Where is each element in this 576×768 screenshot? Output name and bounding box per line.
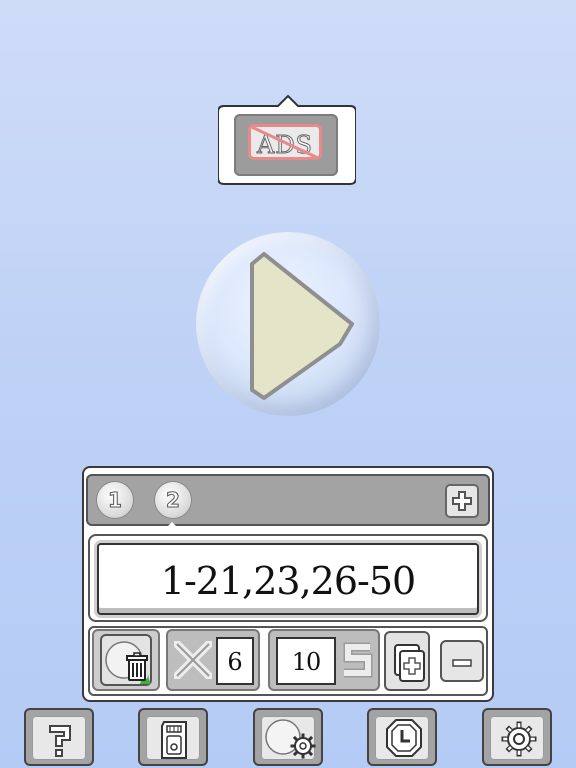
no-ads-icon: ADS <box>248 124 322 160</box>
s-icon <box>340 641 374 679</box>
timer-icon <box>386 719 422 757</box>
range-text: 1-21,23,26-50 <box>160 559 416 603</box>
ads-popup: ADS <box>218 94 356 185</box>
tab-2[interactable]: 2 <box>155 482 191 518</box>
question-icon <box>49 725 71 757</box>
remove-button[interactable] <box>440 640 484 682</box>
play-button[interactable] <box>196 232 380 416</box>
save-button[interactable] <box>138 708 208 766</box>
minus-icon <box>452 659 472 667</box>
ball-settings-icon <box>265 719 316 759</box>
add-tab-button[interactable] <box>445 484 479 518</box>
x-icon <box>171 638 215 682</box>
help-button[interactable] <box>24 708 94 766</box>
ball-trash-icon <box>105 641 150 684</box>
play-icon <box>250 252 354 400</box>
tab-bar <box>86 474 490 526</box>
plus-icon <box>452 491 472 511</box>
duplicate-plus-icon <box>394 644 425 682</box>
clear-balls-button[interactable] <box>100 634 152 686</box>
timer-button[interactable] <box>367 708 437 766</box>
sd-card-icon <box>161 721 187 759</box>
tab-1[interactable]: 1 <box>97 482 133 518</box>
duplicate-button[interactable] <box>384 631 430 691</box>
remove-ads-button[interactable]: ADS <box>234 114 338 176</box>
selected-tab-pointer <box>161 522 183 533</box>
gear-icon <box>501 721 537 757</box>
interval-seconds-field[interactable]: 10 <box>276 637 336 685</box>
range-input[interactable]: 1-21,23,26-50 <box>97 543 479 615</box>
ball-settings-button[interactable] <box>253 708 323 766</box>
repeat-count-field[interactable]: 6 <box>216 637 254 685</box>
settings-button[interactable] <box>482 708 552 766</box>
